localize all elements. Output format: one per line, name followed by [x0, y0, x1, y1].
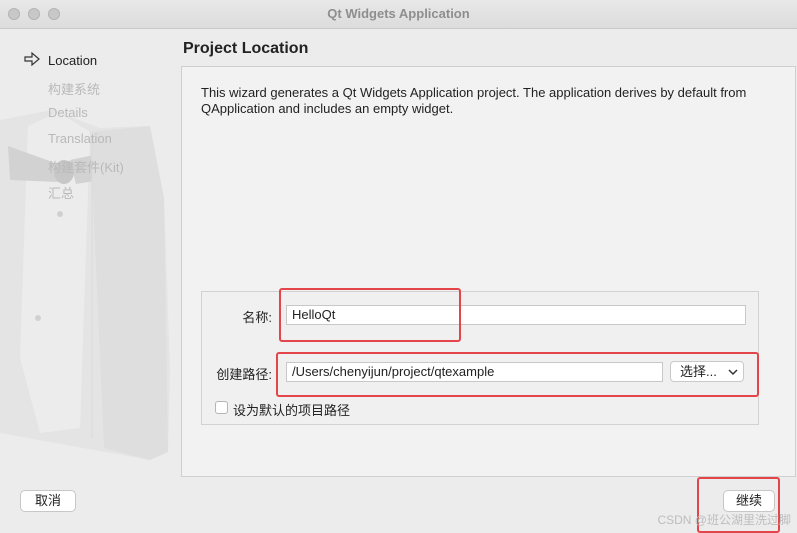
- tuxedo-illustration: [0, 110, 170, 460]
- title-bar: Qt Widgets Application: [0, 0, 797, 29]
- step-kits: 构建套件(Kit): [48, 160, 124, 175]
- name-label: 名称:: [242, 310, 272, 325]
- page-title: Project Location: [183, 40, 309, 57]
- default-path-label: 设为默认的项目路径: [233, 403, 351, 418]
- step-details: Details: [48, 105, 88, 120]
- wizard-description: This wizard generates a Qt Widgets Appli…: [201, 85, 747, 116]
- name-highlight: [279, 288, 461, 342]
- step-translation: Translation: [48, 131, 112, 146]
- watermark: CSDN @班公湖里洗过脚: [657, 513, 791, 527]
- cancel-button[interactable]: 取消: [20, 490, 76, 512]
- window-title: Qt Widgets Application: [327, 6, 470, 21]
- step-location: Location: [48, 53, 98, 68]
- path-highlight: [276, 352, 759, 397]
- default-path-checkbox[interactable]: [215, 401, 228, 414]
- continue-button[interactable]: 继续: [723, 490, 775, 512]
- wizard-sidebar: Location 构建系统 Details Translation 构建套件(K…: [0, 28, 178, 533]
- step-build-system: 构建系统: [48, 82, 101, 97]
- path-label: 创建路径:: [216, 367, 272, 382]
- step-summary: 汇总: [48, 186, 75, 201]
- arrow-right-icon: [24, 51, 40, 67]
